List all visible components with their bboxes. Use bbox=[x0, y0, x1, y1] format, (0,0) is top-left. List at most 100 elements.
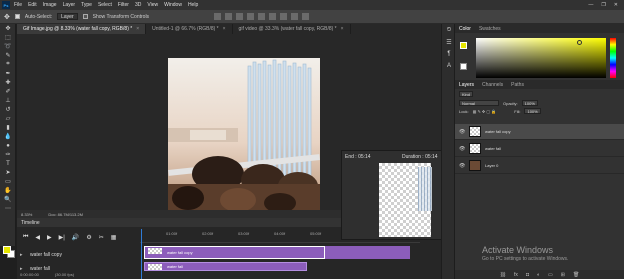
doc-tab-gif-video[interactable]: gif video @ 33.3% (water fall copy, RGB/… bbox=[233, 24, 351, 34]
hand-tool-icon[interactable]: ✋ bbox=[0, 186, 16, 195]
color-picker-cursor[interactable] bbox=[577, 40, 582, 45]
fill-input[interactable]: 100% bbox=[524, 108, 541, 114]
layer-kind-filter[interactable]: Kind bbox=[459, 91, 474, 97]
menu-type[interactable]: Type bbox=[81, 2, 92, 8]
prev-frame-icon[interactable]: ◀ bbox=[35, 234, 40, 241]
restore-button[interactable]: ❐ bbox=[601, 2, 605, 8]
playhead[interactable] bbox=[141, 229, 142, 279]
menu-image[interactable]: Image bbox=[43, 2, 57, 8]
menu-select[interactable]: Select bbox=[98, 2, 112, 8]
menu-view[interactable]: View bbox=[147, 2, 158, 8]
zoom-level[interactable]: 8.33% bbox=[21, 212, 32, 217]
tab-color[interactable]: Color bbox=[459, 26, 471, 32]
menu-edit[interactable]: Edit bbox=[28, 2, 37, 8]
crop-tool-icon[interactable]: ⌗ bbox=[0, 60, 16, 69]
gradient-tool-icon[interactable]: ▮ bbox=[0, 123, 16, 132]
lasso-tool-icon[interactable]: ➰ bbox=[0, 42, 16, 51]
minimize-button[interactable]: — bbox=[588, 2, 593, 8]
paragraph-icon[interactable]: ¶ bbox=[442, 48, 456, 60]
show-transform-checkbox[interactable] bbox=[82, 14, 88, 19]
opacity-input[interactable]: 100% bbox=[521, 100, 538, 106]
align-right-icon[interactable] bbox=[269, 13, 277, 20]
type-tool-icon[interactable]: T bbox=[0, 159, 16, 168]
fx-icon[interactable]: fx bbox=[514, 272, 518, 278]
delete-layer-icon[interactable]: 🗑 bbox=[573, 272, 579, 278]
path-select-tool-icon[interactable]: ➤ bbox=[0, 168, 16, 177]
panel-foreground-swatch[interactable] bbox=[460, 42, 467, 49]
layer-row-water-fall-copy[interactable]: 👁 water fall copy bbox=[455, 124, 624, 140]
close-button[interactable]: ✕ bbox=[614, 2, 618, 8]
blur-tool-icon[interactable]: 💧 bbox=[0, 132, 16, 141]
expand-arrow-icon[interactable]: ▸ bbox=[20, 252, 23, 258]
brush-tool-icon[interactable]: ✐ bbox=[0, 87, 16, 96]
lock-icons[interactable]: ▦ ✎ ✥ ▢ 🔒 bbox=[473, 109, 497, 114]
eyedropper-tool-icon[interactable]: ✒ bbox=[0, 69, 16, 78]
menu-help[interactable]: Help bbox=[188, 2, 198, 8]
settings-icon[interactable]: ⚙ bbox=[86, 234, 91, 241]
clip-water-fall-copy[interactable]: water fall copy bbox=[144, 246, 325, 259]
transition-icon[interactable]: ▦ bbox=[111, 234, 117, 241]
clip-water-fall[interactable]: water fall bbox=[144, 262, 307, 271]
close-icon[interactable]: × bbox=[341, 26, 344, 32]
dodge-tool-icon[interactable]: ● bbox=[0, 141, 16, 150]
align-hcenter-icon[interactable] bbox=[258, 13, 266, 20]
document-image[interactable] bbox=[168, 58, 320, 212]
group-icon[interactable]: ▭ bbox=[548, 272, 553, 278]
new-layer-icon[interactable]: ⊞ bbox=[561, 272, 565, 278]
tab-channels[interactable]: Channels bbox=[482, 82, 503, 88]
quick-select-tool-icon[interactable]: ✎ bbox=[0, 51, 16, 60]
menu-layer[interactable]: Layer bbox=[63, 2, 76, 8]
audio-icon[interactable]: 🔊 bbox=[72, 234, 79, 241]
menu-filter[interactable]: Filter bbox=[118, 2, 129, 8]
layer-row-water-fall[interactable]: 👁 water fall bbox=[455, 141, 624, 157]
split-icon[interactable]: ✂ bbox=[99, 234, 104, 241]
history-icon[interactable]: ⏲ bbox=[442, 24, 456, 36]
align-bottom-icon[interactable] bbox=[236, 13, 244, 20]
visibility-eye-icon[interactable]: 👁 bbox=[459, 163, 465, 169]
menu-3d[interactable]: 3D bbox=[135, 2, 141, 8]
close-icon[interactable]: × bbox=[223, 26, 226, 32]
marquee-tool-icon[interactable]: ⬚ bbox=[0, 33, 16, 42]
foreground-color-swatch[interactable] bbox=[3, 246, 11, 254]
pen-tool-icon[interactable]: ✑ bbox=[0, 150, 16, 159]
distribute-icon[interactable] bbox=[280, 13, 288, 20]
layer-name[interactable]: water fall bbox=[485, 146, 501, 151]
layer-row-layer-0[interactable]: 👁 Layer 0 bbox=[455, 158, 624, 174]
character-icon[interactable]: A bbox=[442, 60, 456, 72]
mask-icon[interactable]: ◘ bbox=[526, 272, 529, 278]
eraser-tool-icon[interactable]: ▱ bbox=[0, 114, 16, 123]
link-layers-icon[interactable]: ⛓ bbox=[500, 272, 506, 278]
healing-tool-icon[interactable]: ✚ bbox=[0, 78, 16, 87]
hue-slider[interactable] bbox=[610, 38, 616, 78]
layer-name[interactable]: water fall copy bbox=[485, 129, 511, 134]
shape-tool-icon[interactable]: ▭ bbox=[0, 177, 16, 186]
visibility-eye-icon[interactable]: 👁 bbox=[459, 146, 465, 152]
close-icon[interactable]: × bbox=[136, 26, 139, 32]
history-brush-tool-icon[interactable]: ↺ bbox=[0, 105, 16, 114]
visibility-eye-icon[interactable]: 👁 bbox=[459, 129, 465, 135]
doc-tab-gif-image[interactable]: Gif Image.jpg @ 8.33% (water fall copy, … bbox=[17, 24, 147, 34]
distribute-2-icon[interactable] bbox=[291, 13, 299, 20]
next-frame-icon[interactable]: ▶| bbox=[59, 234, 65, 241]
stamp-tool-icon[interactable]: ⊥ bbox=[0, 96, 16, 105]
layer-name[interactable]: Layer 0 bbox=[485, 163, 498, 168]
auto-select-dropdown[interactable]: Layer bbox=[57, 13, 78, 20]
zoom-tool-icon[interactable]: 🔍 bbox=[0, 195, 16, 204]
blend-mode-dropdown[interactable]: Normal bbox=[459, 100, 499, 106]
first-frame-icon[interactable]: ⏮ bbox=[23, 234, 28, 241]
auto-select-checkbox[interactable] bbox=[14, 14, 20, 19]
menu-window[interactable]: Window bbox=[164, 2, 182, 8]
more-tools-icon[interactable]: ⋯ bbox=[0, 204, 16, 213]
play-icon[interactable]: ▶ bbox=[47, 234, 52, 241]
menu-file[interactable]: File bbox=[14, 2, 22, 8]
color-field[interactable] bbox=[476, 38, 606, 78]
panel-background-swatch[interactable] bbox=[460, 63, 467, 70]
align-vcenter-icon[interactable] bbox=[225, 13, 233, 20]
move-tool-icon[interactable]: ✥ bbox=[0, 24, 16, 33]
align-top-icon[interactable] bbox=[214, 13, 222, 20]
tab-layers[interactable]: Layers bbox=[459, 82, 474, 88]
tab-paths[interactable]: Paths bbox=[511, 82, 524, 88]
doc-tab-untitled[interactable]: Untitled-1 @ 66.7% (RGB/8) * × bbox=[146, 24, 233, 34]
align-left-icon[interactable] bbox=[247, 13, 255, 20]
3d-mode-icon[interactable] bbox=[302, 13, 310, 20]
